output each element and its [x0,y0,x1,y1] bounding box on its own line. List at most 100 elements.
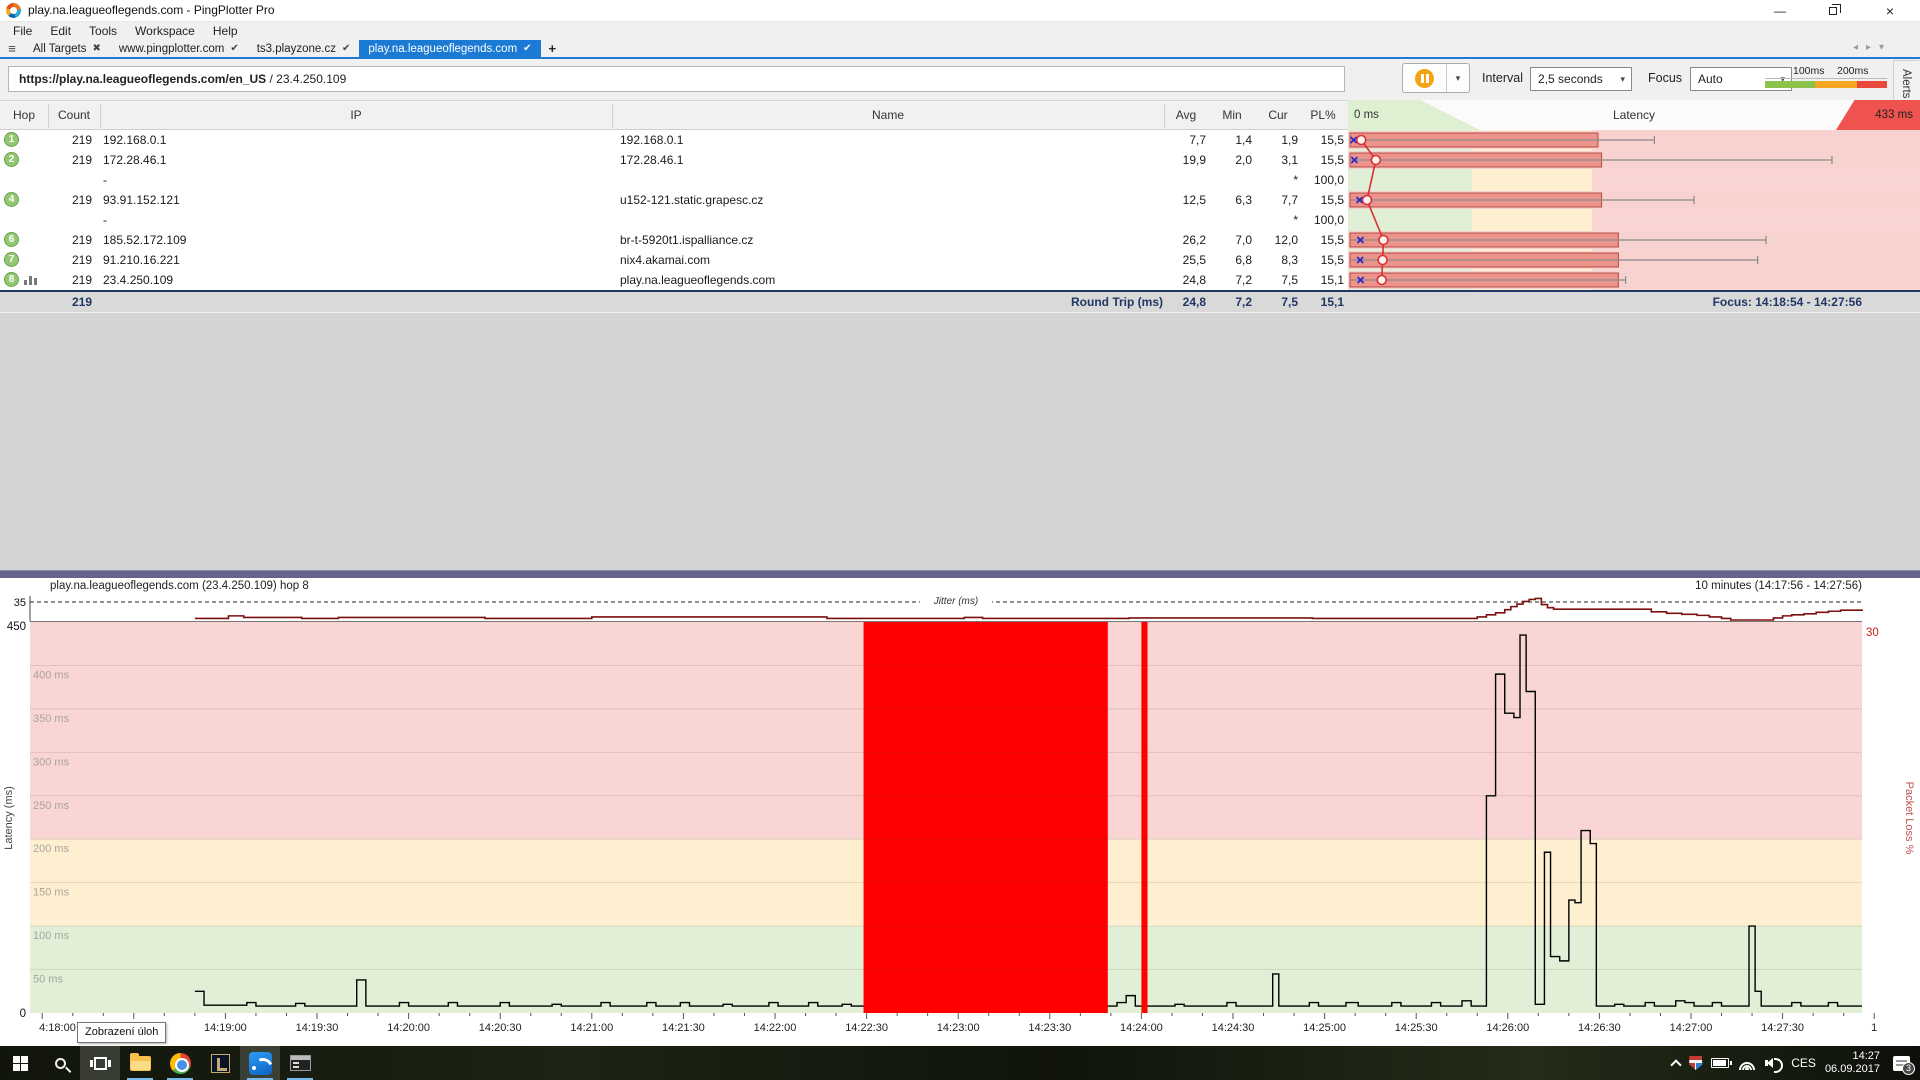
min-cell [1208,210,1252,230]
svg-text:14:21:00: 14:21:00 [570,1022,613,1034]
tab-www-pingplotter-com[interactable]: www.pingplotter.com✔ [110,40,248,57]
svg-text:1: 1 [1871,1022,1877,1034]
svg-text:Packet Loss %: Packet Loss % [1903,782,1915,855]
pause-button[interactable] [1403,64,1447,92]
taskbar-pingplotter-button[interactable] [240,1046,280,1080]
avg-cell: 19,9 [1130,150,1206,170]
hop-cell: 8 [4,270,48,290]
notification-center-icon[interactable]: 3 [1893,1056,1910,1071]
taskbar-task-view-button[interactable] [80,1046,120,1080]
svg-text:200 ms: 200 ms [33,843,70,855]
tab-scroll-arrows[interactable]: ◂▸▾ [1853,42,1892,53]
menu-help[interactable]: Help [204,22,247,40]
menu-tools[interactable]: Tools [80,22,126,40]
league-of-legends-icon [211,1054,230,1073]
svg-text:14:22:30: 14:22:30 [845,1022,888,1034]
interval-value: 2,5 seconds [1538,72,1603,86]
keyboard-language-indicator[interactable]: CES [1791,1056,1816,1070]
col-header-hop[interactable]: Hop [0,101,48,129]
panel-splitter[interactable] [0,570,1920,578]
col-header-min[interactable]: Min [1210,101,1254,129]
interval-select[interactable]: 2,5 seconds▾ [1530,67,1632,91]
taskbar-console-button[interactable] [280,1046,320,1080]
close-button[interactable]: × [1868,0,1912,22]
taskbar-league-of-legends-button[interactable] [200,1046,240,1080]
col-header-cur[interactable]: Cur [1256,101,1300,129]
app-logo-icon [6,3,21,18]
check-icon[interactable]: ✔ [230,43,238,54]
taskbar-chrome-button[interactable] [160,1046,200,1080]
menu-file[interactable]: File [4,22,41,40]
hop-cell: 7 [4,250,48,270]
search-icon [55,1058,66,1069]
col-header-count[interactable]: Count [48,101,100,129]
latency-column-header: Latency 0 ms 433 ms [1348,100,1920,130]
volume-icon[interactable] [1765,1057,1782,1070]
tab-play-na-leagueoflegends-com[interactable]: play.na.leagueoflegends.com✔ [359,40,540,57]
security-tray-icon[interactable] [1689,1056,1702,1070]
check-icon[interactable]: ✔ [523,43,531,54]
task-view-icon [94,1057,107,1070]
minimize-button[interactable]: — [1758,0,1802,22]
tab-ts3-playzone-cz[interactable]: ts3.playzone.cz✔ [248,40,360,57]
battery-icon[interactable] [1711,1058,1729,1068]
name-cell [620,170,1100,190]
ip-cell: 93.91.152.121 [103,190,503,210]
svg-text:14:19:00: 14:19:00 [204,1022,247,1034]
legend-rule [1765,78,1887,79]
pl-cell: 15,5 [1300,130,1344,150]
timeline-chart[interactable]: 35Jitter (ms)400 ms350 ms300 ms250 ms200… [0,578,1920,1046]
clock[interactable]: 14:27 06.09.2017 [1825,1050,1880,1076]
count-cell: 219 [48,270,92,290]
count-cell: 219 [48,230,92,250]
count-cell [48,210,92,230]
menu-workspace[interactable]: Workspace [126,22,204,40]
svg-text:4:18:00: 4:18:00 [39,1022,76,1034]
taskbar-start-button[interactable] [0,1046,40,1080]
ip-cell: 172.28.46.1 [103,150,503,170]
col-header-avg[interactable]: Avg [1164,101,1208,129]
svg-text:100 ms: 100 ms [33,930,70,942]
svg-text:14:26:00: 14:26:00 [1486,1022,1529,1034]
round-trip-label: Round Trip (ms) [620,292,1163,312]
restore-button[interactable] [1812,0,1856,22]
round-trip-summary-row: 219 Round Trip (ms) 24,8 7,2 7,5 15,1 Fo… [0,292,1920,312]
svg-text:300 ms: 300 ms [33,756,70,768]
avg-cell: 7,7 [1130,130,1206,150]
taskbar-search-button[interactable] [40,1046,80,1080]
pause-dropdown-button[interactable]: ▾ [1447,64,1469,92]
cur-cell: 8,3 [1254,250,1298,270]
name-cell: play.na.leagueoflegends.com [620,270,1100,290]
wifi-icon[interactable] [1738,1057,1756,1070]
target-url-field[interactable]: https://play.na.leagueoflegends.com/en_U… [8,66,1345,92]
svg-text:250 ms: 250 ms [33,800,70,812]
menu-edit[interactable]: Edit [41,22,80,40]
col-header-pl[interactable]: PL% [1300,101,1346,129]
hop-cell: 4 [4,190,48,210]
col-header-name[interactable]: Name [612,101,1164,129]
hamburger-icon[interactable]: ≡ [0,41,24,56]
col-header-ip[interactable]: IP [100,101,612,129]
svg-text:350 ms: 350 ms [33,713,70,725]
taskbar-file-explorer-button[interactable] [120,1046,160,1080]
tray-chevron-up-icon[interactable] [1671,1059,1682,1070]
legend-segment [1765,81,1815,88]
hop-number-badge: 8 [4,272,19,287]
legend-segment [1857,81,1887,88]
name-cell: br-t-5920t1.ispalliance.cz [620,230,1100,250]
tab-all-targets[interactable]: All Targets✖ [24,40,110,57]
svg-text:14:24:30: 14:24:30 [1212,1022,1255,1034]
summary-min: 7,2 [1208,292,1252,312]
ip-cell: 185.52.172.109 [103,230,503,250]
svg-text:400 ms: 400 ms [33,669,70,681]
close-icon[interactable]: ✖ [92,43,100,54]
check-icon[interactable]: ✔ [342,43,350,54]
avg-cell: 26,2 [1130,230,1206,250]
new-target-button[interactable]: + [541,41,565,56]
svg-text:14:23:30: 14:23:30 [1028,1022,1071,1034]
avg-cell: 24,8 [1130,270,1206,290]
latency-scale-min-label: 0 ms [1354,100,1379,130]
min-cell: 6,3 [1208,190,1252,210]
svg-text:14:24:00: 14:24:00 [1120,1022,1163,1034]
taskbar-tooltip: Zobrazení úloh [77,1022,166,1043]
